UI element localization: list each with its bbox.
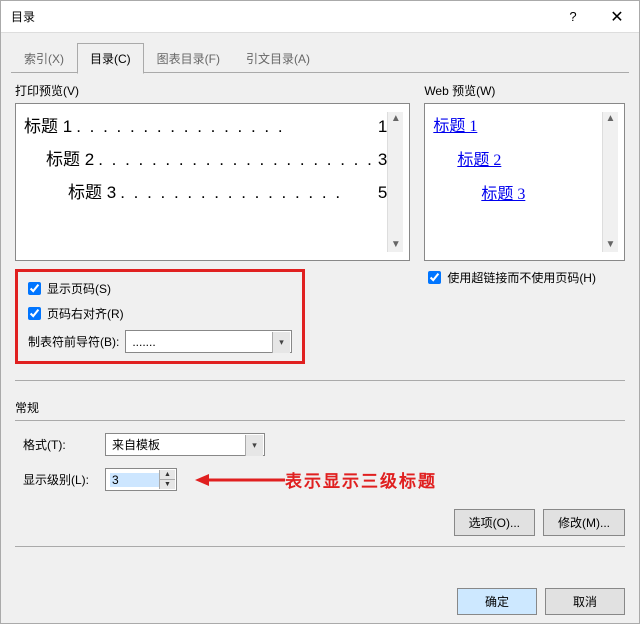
preview-row: 打印预览(V) 标题 1 . . . . . . . . . . . . . .… — [15, 82, 625, 364]
format-value: 来自模板 — [112, 436, 160, 453]
highlight-box: 显示页码(S) 页码右对齐(R) 制表符前导符(B): ....... ▾ — [15, 269, 305, 364]
chevron-down-icon: ▾ — [272, 332, 290, 353]
mid-button-row: 选项(O)... 修改(M)... — [15, 503, 625, 536]
window-title: 目录 — [11, 8, 551, 25]
web-preview-label: Web 预览(W) — [424, 82, 625, 99]
annotation-text: 表示显示三级标题 — [285, 467, 437, 492]
arrow-icon — [195, 470, 285, 490]
web-scrollbar[interactable]: ▲ ▼ — [602, 112, 618, 252]
right-align-row: 页码右对齐(R) — [28, 305, 292, 322]
hyperlinks-row: 使用超链接而不使用页码(H) — [428, 269, 625, 286]
levels-label: 显示级别(L): — [23, 471, 105, 488]
right-align-label: 页码右对齐(R) — [47, 305, 124, 322]
web-preview-inner: 标题 1 标题 2 标题 3 — [433, 112, 602, 252]
show-pagenum-checkbox[interactable] — [28, 282, 41, 295]
chevron-down-icon: ▾ — [245, 435, 263, 456]
separator-2 — [15, 546, 625, 547]
print-preview-label: 打印预览(V) — [15, 82, 410, 99]
scroll-down-icon: ▼ — [606, 238, 616, 252]
scroll-up-icon: ▲ — [606, 112, 616, 126]
right-options: 使用超链接而不使用页码(H) — [424, 269, 625, 294]
tab-strip: 索引(X) 目录(C) 图表目录(F) 引文目录(A) — [1, 33, 639, 73]
print-preview-col: 打印预览(V) 标题 1 . . . . . . . . . . . . . .… — [15, 82, 410, 364]
show-pagenum-label: 显示页码(S) — [47, 280, 111, 297]
web-preview-col: Web 预览(W) 标题 1 标题 2 标题 3 ▲ ▼ 使 — [424, 82, 625, 364]
print-preview-box: 标题 1 . . . . . . . . . . . . . . . . 1 标… — [15, 103, 410, 261]
leader-row: 制表符前导符(B): ....... ▾ — [28, 330, 292, 353]
format-select[interactable]: 来自模板 ▾ — [105, 433, 265, 456]
tab-figures[interactable]: 图表目录(F) — [144, 43, 233, 73]
levels-row: 显示级别(L): 3 ▲ ▼ 表示显示三级标题 — [15, 468, 625, 491]
web-line-2: 标题 2 — [433, 146, 602, 170]
leader-value: ....... — [132, 335, 155, 349]
close-button[interactable]: ✕ — [595, 1, 639, 32]
scroll-up-icon: ▲ — [391, 112, 401, 126]
ok-button[interactable]: 确定 — [457, 588, 537, 615]
spinner-up[interactable]: ▲ — [159, 470, 175, 479]
format-row: 格式(T): 来自模板 ▾ — [15, 433, 625, 456]
spinner-buttons: ▲ ▼ — [159, 470, 175, 489]
help-button[interactable]: ? — [551, 1, 595, 32]
print-scrollbar[interactable]: ▲ ▼ — [387, 112, 403, 252]
hyperlinks-checkbox[interactable] — [428, 271, 441, 284]
dialog-button-row: 确定 取消 — [1, 580, 639, 623]
dialog-content: 打印预览(V) 标题 1 . . . . . . . . . . . . . .… — [1, 74, 639, 580]
show-pagenum-row: 显示页码(S) — [28, 280, 292, 297]
annotation: 表示显示三级标题 — [195, 467, 437, 492]
toc-line-3: 标题 3 . . . . . . . . . . . . . . . . . 5 — [24, 178, 387, 203]
print-preview-inner: 标题 1 . . . . . . . . . . . . . . . . 1 标… — [24, 112, 387, 252]
web-line-1: 标题 1 — [433, 112, 602, 136]
web-preview-box: 标题 1 标题 2 标题 3 ▲ ▼ — [424, 103, 625, 261]
general-line — [15, 420, 625, 421]
options-button[interactable]: 选项(O)... — [454, 509, 535, 536]
tab-citations[interactable]: 引文目录(A) — [233, 43, 323, 73]
toc-line-2: 标题 2 . . . . . . . . . . . . . . . . . .… — [24, 145, 387, 170]
tab-index[interactable]: 索引(X) — [11, 43, 77, 73]
toc-line-1: 标题 1 . . . . . . . . . . . . . . . . 1 — [24, 112, 387, 137]
levels-spinner[interactable]: 3 ▲ ▼ — [105, 468, 177, 491]
toc-dialog: 目录 ? ✕ 索引(X) 目录(C) 图表目录(F) 引文目录(A) 打印预览(… — [0, 0, 640, 624]
cancel-button[interactable]: 取消 — [545, 588, 625, 615]
right-align-checkbox[interactable] — [28, 307, 41, 320]
leader-label: 制表符前导符(B): — [28, 333, 119, 350]
general-legend: 常规 — [15, 399, 625, 416]
modify-button[interactable]: 修改(M)... — [543, 509, 625, 536]
leader-combo[interactable]: ....... ▾ — [125, 330, 292, 353]
scroll-down-icon: ▼ — [391, 238, 401, 252]
titlebar: 目录 ? ✕ — [1, 1, 639, 33]
web-line-3: 标题 3 — [433, 180, 602, 204]
tab-toc[interactable]: 目录(C) — [77, 43, 144, 74]
hyperlinks-label: 使用超链接而不使用页码(H) — [447, 269, 596, 286]
separator — [15, 380, 625, 381]
spinner-down[interactable]: ▼ — [159, 479, 175, 489]
format-label: 格式(T): — [23, 436, 105, 453]
